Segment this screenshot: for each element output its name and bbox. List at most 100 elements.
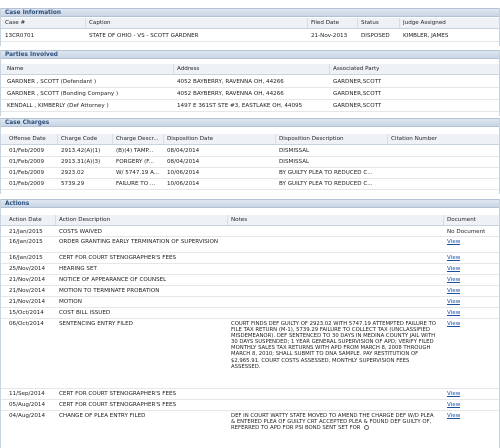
party-associated: GARDNER,SCOTT bbox=[333, 79, 382, 85]
view-document-link[interactable]: View bbox=[447, 299, 460, 306]
table-row[interactable]: 11/Sep/2014 CERT FOR COURT STENOGRAPHER'… bbox=[1, 389, 499, 400]
filed-date: 21-Nov-2013 bbox=[311, 33, 348, 39]
actions-title: Actions bbox=[1, 199, 499, 208]
table-row[interactable]: KENDALL , KIMBERLY (Def Attorney ) 1497 … bbox=[1, 100, 499, 112]
table-row[interactable]: 21/Nov/2014 MOTION TO TERMINATE PROBATIO… bbox=[1, 286, 499, 297]
action-notes: COURT FINDS DEF GUILTY OF 2923.02 WITH 5… bbox=[231, 321, 436, 370]
table-row[interactable]: 01/Feb/2009 2913.31(A)(3) FORGERY (F... … bbox=[1, 157, 499, 168]
table-row[interactable]: 01/Feb/2009 5739.29 FAILURE TO ... 10/06… bbox=[1, 179, 499, 190]
charge-code: 2913.31(A)(3) bbox=[61, 159, 101, 165]
action-description: NOTICE OF APPEARANCE OF COUNSEL bbox=[59, 277, 167, 283]
disposition-date: 10/06/2014 bbox=[167, 170, 200, 176]
table-row[interactable]: 01/Feb/2009 2913.42(A)(1) (B)(4) TAMP...… bbox=[1, 146, 499, 157]
action-description: CHANGE OF PLEA ENTRY FILED bbox=[59, 413, 146, 419]
action-description: CERT FOR COURT STENOGRAPHER'S FEES bbox=[59, 391, 177, 397]
view-document-link[interactable]: View bbox=[447, 277, 460, 284]
case-charges-panel: Case Charges Offense Date Charge Code Ch… bbox=[0, 118, 500, 194]
table-row[interactable]: 05/Aug/2014 CERT FOR COURT STENOGRAPHER'… bbox=[1, 400, 499, 411]
case-information-panel: Case Information Case # Caption Filed Da… bbox=[0, 8, 500, 46]
table-row[interactable]: 16/Jan/2015 ORDER GRANTING EARLY TERMINA… bbox=[1, 237, 499, 253]
col-citation-number: Citation Number bbox=[391, 136, 438, 142]
col-disposition-date: Disposition Date bbox=[167, 136, 214, 142]
no-document-text: No Document bbox=[447, 229, 486, 235]
action-description: SENTENCING ENTRY FILED bbox=[59, 321, 133, 327]
view-document-link[interactable]: View bbox=[447, 391, 460, 398]
charge-description: FORGERY (F... bbox=[116, 159, 154, 165]
table-row[interactable]: 04/Aug/2014 CHANGE OF PLEA ENTRY FILED D… bbox=[1, 411, 499, 448]
charges-header-row: Offense Date Charge Code Charge Descr...… bbox=[1, 134, 499, 145]
col-filed-date: Filed Date bbox=[311, 20, 340, 26]
action-description: HEARING SET bbox=[59, 266, 97, 272]
case-number: 13CR0701 bbox=[5, 33, 35, 39]
action-date: 25/Nov/2014 bbox=[9, 266, 46, 272]
parties-involved-panel: Parties Involved Name Address Associated… bbox=[0, 50, 500, 116]
table-row[interactable]: GARDNER , SCOTT (Defendant ) 4052 BAYBER… bbox=[1, 76, 499, 88]
col-disposition-description: Disposition Description bbox=[279, 136, 344, 142]
table-row[interactable]: 01/Feb/2009 2923.02 W/ 5747.19 A... 10/0… bbox=[1, 168, 499, 179]
offense-date: 01/Feb/2009 bbox=[9, 170, 45, 176]
table-row[interactable]: 06/Oct/2014 SENTENCING ENTRY FILED COURT… bbox=[1, 319, 499, 389]
view-document-link[interactable]: View bbox=[447, 402, 460, 409]
col-charge-code: Charge Code bbox=[61, 136, 98, 142]
case-information-header-row: Case # Caption Filed Date Status Judge A… bbox=[1, 18, 499, 29]
table-row[interactable]: 15/Oct/2014 COST BILL ISSUED View bbox=[1, 308, 499, 319]
info-icon[interactable] bbox=[364, 425, 370, 431]
view-document-link[interactable]: View bbox=[447, 310, 460, 317]
judge-assigned: KIMBLER, JAMES bbox=[403, 33, 449, 39]
charge-description: W/ 5747.19 A... bbox=[116, 170, 160, 176]
case-charges-title: Case Charges bbox=[1, 118, 499, 127]
offense-date: 01/Feb/2009 bbox=[9, 181, 45, 187]
col-address: Address bbox=[177, 66, 200, 72]
table-row[interactable]: 13CR0701 STATE OF OHIO - VS - SCOTT GARD… bbox=[1, 30, 499, 42]
col-judge: Judge Assigned bbox=[403, 20, 446, 26]
charge-code: 5739.29 bbox=[61, 181, 85, 187]
disposition-description: DISMISSAL bbox=[279, 159, 310, 165]
table-row[interactable]: 25/Nov/2014 HEARING SET View bbox=[1, 264, 499, 275]
party-associated: GARDNER,SCOTT bbox=[333, 103, 382, 109]
col-case-number: Case # bbox=[5, 20, 26, 26]
action-description: MOTION bbox=[59, 299, 82, 305]
view-document-link[interactable]: View bbox=[447, 255, 460, 262]
case-status: DISPOSED bbox=[361, 33, 390, 39]
action-description: MOTION TO TERMINATE PROBATION bbox=[59, 288, 160, 294]
action-date: 06/Oct/2014 bbox=[9, 321, 44, 327]
view-document-link[interactable]: View bbox=[447, 239, 460, 246]
col-document: Document bbox=[447, 217, 476, 223]
party-address: 4052 BAYBERRY, RAVENNA OH, 44266 bbox=[177, 79, 284, 85]
table-row[interactable]: 21/Jan/2015 COSTS WAIVED No Document bbox=[1, 227, 499, 237]
offense-date: 01/Feb/2009 bbox=[9, 148, 45, 154]
actions-panel: Actions Action Date Action Description N… bbox=[0, 199, 500, 448]
parties-header-row: Name Address Associated Party bbox=[1, 64, 499, 75]
col-associated-party: Associated Party bbox=[333, 66, 380, 72]
action-description: COST BILL ISSUED bbox=[59, 310, 111, 316]
party-name: KENDALL , KIMBERLY (Def Attorney ) bbox=[7, 103, 109, 109]
view-document-link[interactable]: View bbox=[447, 413, 460, 420]
action-notes-text: DEF IN COURT WATTY STATE MOVED TO AMEND … bbox=[231, 413, 434, 432]
col-action-description: Action Description bbox=[59, 217, 111, 223]
disposition-date: 10/06/2014 bbox=[167, 181, 200, 187]
view-document-link[interactable]: View bbox=[447, 288, 460, 295]
table-row[interactable]: GARDNER , SCOTT (Bonding Company ) 4052 … bbox=[1, 88, 499, 100]
action-date: 21/Nov/2014 bbox=[9, 299, 46, 305]
col-caption: Caption bbox=[89, 20, 111, 26]
case-information-title: Case Information bbox=[1, 8, 499, 17]
action-date: 21/Jan/2015 bbox=[9, 229, 43, 235]
party-name: GARDNER , SCOTT (Bonding Company ) bbox=[7, 91, 119, 97]
disposition-date: 08/04/2014 bbox=[167, 159, 200, 165]
charge-description: FAILURE TO ... bbox=[116, 181, 156, 187]
parties-involved-title: Parties Involved bbox=[1, 50, 499, 59]
charge-description: (B)(4) TAMP... bbox=[116, 148, 154, 154]
disposition-date: 08/04/2014 bbox=[167, 148, 200, 154]
table-row[interactable]: 21/Nov/2014 NOTICE OF APPEARANCE OF COUN… bbox=[1, 275, 499, 286]
action-date: 16/Jan/2015 bbox=[9, 255, 43, 261]
action-date: 15/Oct/2014 bbox=[9, 310, 44, 316]
view-document-link[interactable]: View bbox=[447, 321, 460, 328]
table-row[interactable]: 21/Nov/2014 MOTION View bbox=[1, 297, 499, 308]
view-document-link[interactable]: View bbox=[447, 266, 460, 273]
action-date: 21/Nov/2014 bbox=[9, 277, 46, 283]
action-date: 11/Sep/2014 bbox=[9, 391, 45, 397]
party-address: 4052 BAYBERRY, RAVENNA OH, 44266 bbox=[177, 91, 284, 97]
actions-header-row: Action Date Action Description Notes Doc… bbox=[1, 215, 499, 226]
table-row[interactable]: 16/Jan/2015 CERT FOR COURT STENOGRAPHER'… bbox=[1, 253, 499, 264]
party-associated: GARDNER,SCOTT bbox=[333, 91, 382, 97]
